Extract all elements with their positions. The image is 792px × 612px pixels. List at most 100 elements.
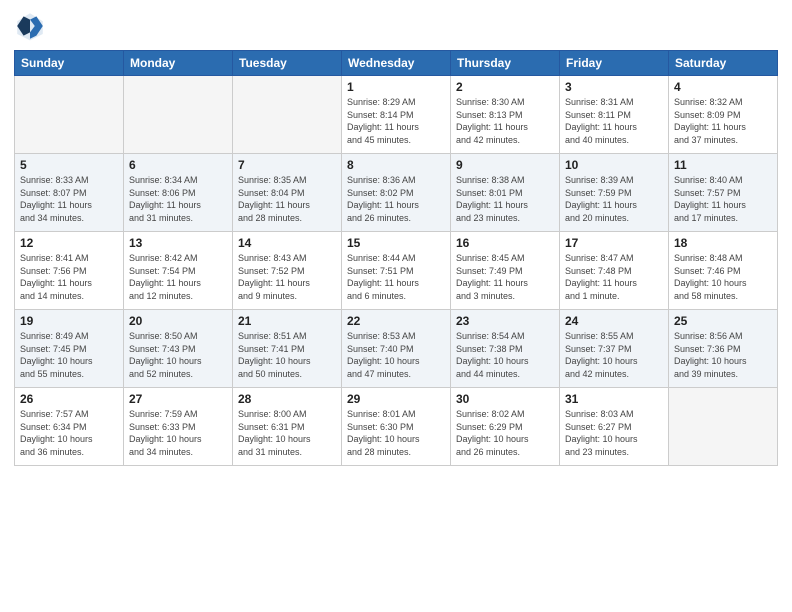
weekday-header: Thursday [451, 51, 560, 76]
day-number: 23 [456, 314, 554, 328]
calendar-cell: 12 Sunrise: 8:41 AM Sunset: 7:56 PM Dayli… [15, 232, 124, 310]
calendar-cell: 27 Sunrise: 7:59 AM Sunset: 6:33 PM Dayli… [124, 388, 233, 466]
calendar-cell: 8 Sunrise: 8:36 AM Sunset: 8:02 PM Daylig… [342, 154, 451, 232]
calendar-cell: 22 Sunrise: 8:53 AM Sunset: 7:40 PM Dayli… [342, 310, 451, 388]
day-info: Sunrise: 8:49 AM Sunset: 7:45 PM Dayligh… [20, 330, 118, 380]
day-info: Sunrise: 8:55 AM Sunset: 7:37 PM Dayligh… [565, 330, 663, 380]
day-number: 29 [347, 392, 445, 406]
day-number: 9 [456, 158, 554, 172]
calendar-cell: 24 Sunrise: 8:55 AM Sunset: 7:37 PM Dayli… [560, 310, 669, 388]
calendar-cell: 16Sunrise: 8:45 AM Sunset: 7:49 PM Dayli… [451, 232, 560, 310]
day-number: 7 [238, 158, 336, 172]
day-info: Sunrise: 8:53 AM Sunset: 7:40 PM Dayligh… [347, 330, 445, 380]
day-info: Sunrise: 7:59 AM Sunset: 6:33 PM Dayligh… [129, 408, 227, 458]
calendar-cell: 20 Sunrise: 8:50 AM Sunset: 7:43 PM Dayli… [124, 310, 233, 388]
day-number: 8 [347, 158, 445, 172]
page: SundayMondayTuesdayWednesdayThursdayFrid… [0, 0, 792, 612]
calendar-cell: 11 Sunrise: 8:40 AM Sunset: 7:57 PM Dayli… [669, 154, 778, 232]
day-number: 31 [565, 392, 663, 406]
day-info: Sunrise: 8:29 AM Sunset: 8:14 PM Dayligh… [347, 96, 445, 146]
day-info: Sunrise: 8:56 AM Sunset: 7:36 PM Dayligh… [674, 330, 772, 380]
calendar-cell [124, 76, 233, 154]
day-info: Sunrise: 8:44 AM Sunset: 7:51 PM Dayligh… [347, 252, 445, 302]
day-info: Sunrise: 8:43 AM Sunset: 7:52 PM Dayligh… [238, 252, 336, 302]
day-number: 14 [238, 236, 336, 250]
day-number: 2 [456, 80, 554, 94]
calendar-cell: 31Sunrise: 8:03 AM Sunset: 6:27 PM Dayli… [560, 388, 669, 466]
day-number: 21 [238, 314, 336, 328]
day-number: 30 [456, 392, 554, 406]
weekday-header: Saturday [669, 51, 778, 76]
header [14, 10, 778, 42]
calendar-cell [669, 388, 778, 466]
calendar-cell: 28Sunrise: 8:00 AM Sunset: 6:31 PM Dayli… [233, 388, 342, 466]
day-number: 11 [674, 158, 772, 172]
calendar-header-row: SundayMondayTuesdayWednesdayThursdayFrid… [15, 51, 778, 76]
weekday-header: Friday [560, 51, 669, 76]
calendar-cell: 13 Sunrise: 8:42 AM Sunset: 7:54 PM Dayli… [124, 232, 233, 310]
calendar-week-row: 5 Sunrise: 8:33 AM Sunset: 8:07 PM Daylig… [15, 154, 778, 232]
day-info: Sunrise: 8:40 AM Sunset: 7:57 PM Dayligh… [674, 174, 772, 224]
calendar-cell: 10 Sunrise: 8:39 AM Sunset: 7:59 PM Dayli… [560, 154, 669, 232]
day-number: 4 [674, 80, 772, 94]
calendar-cell [15, 76, 124, 154]
day-info: Sunrise: 8:33 AM Sunset: 8:07 PM Dayligh… [20, 174, 118, 224]
day-info: Sunrise: 8:31 AM Sunset: 8:11 PM Dayligh… [565, 96, 663, 146]
day-info: Sunrise: 8:38 AM Sunset: 8:01 PM Dayligh… [456, 174, 554, 224]
day-info: Sunrise: 8:32 AM Sunset: 8:09 PM Dayligh… [674, 96, 772, 146]
calendar-cell: 29 Sunrise: 8:01 AM Sunset: 6:30 PM Dayli… [342, 388, 451, 466]
calendar-cell: 14 Sunrise: 8:43 AM Sunset: 7:52 PM Dayli… [233, 232, 342, 310]
calendar-cell: 23 Sunrise: 8:54 AM Sunset: 7:38 PM Dayli… [451, 310, 560, 388]
weekday-header: Monday [124, 51, 233, 76]
day-number: 27 [129, 392, 227, 406]
calendar-cell: 17 Sunrise: 8:47 AM Sunset: 7:48 PM Dayli… [560, 232, 669, 310]
day-info: Sunrise: 8:36 AM Sunset: 8:02 PM Dayligh… [347, 174, 445, 224]
calendar-cell: 15Sunrise: 8:44 AM Sunset: 7:51 PM Dayli… [342, 232, 451, 310]
day-number: 19 [20, 314, 118, 328]
day-info: Sunrise: 8:02 AM Sunset: 6:29 PM Dayligh… [456, 408, 554, 458]
day-info: Sunrise: 8:00 AM Sunset: 6:31 PM Dayligh… [238, 408, 336, 458]
day-number: 24 [565, 314, 663, 328]
day-info: Sunrise: 8:47 AM Sunset: 7:48 PM Dayligh… [565, 252, 663, 302]
calendar-cell [233, 76, 342, 154]
day-number: 5 [20, 158, 118, 172]
day-number: 22 [347, 314, 445, 328]
logo [14, 10, 50, 42]
day-info: Sunrise: 8:54 AM Sunset: 7:38 PM Dayligh… [456, 330, 554, 380]
day-number: 25 [674, 314, 772, 328]
calendar-cell: 1 Sunrise: 8:29 AM Sunset: 8:14 PM Daylig… [342, 76, 451, 154]
day-number: 20 [129, 314, 227, 328]
day-number: 3 [565, 80, 663, 94]
day-info: Sunrise: 8:39 AM Sunset: 7:59 PM Dayligh… [565, 174, 663, 224]
calendar-cell: 5 Sunrise: 8:33 AM Sunset: 8:07 PM Daylig… [15, 154, 124, 232]
calendar-cell: 4 Sunrise: 8:32 AM Sunset: 8:09 PM Daylig… [669, 76, 778, 154]
weekday-header: Tuesday [233, 51, 342, 76]
day-info: Sunrise: 8:50 AM Sunset: 7:43 PM Dayligh… [129, 330, 227, 380]
day-number: 10 [565, 158, 663, 172]
day-number: 13 [129, 236, 227, 250]
calendar-cell: 30 Sunrise: 8:02 AM Sunset: 6:29 PM Dayli… [451, 388, 560, 466]
day-info: Sunrise: 8:45 AM Sunset: 7:49 PM Dayligh… [456, 252, 554, 302]
calendar-cell: 19 Sunrise: 8:49 AM Sunset: 7:45 PM Dayli… [15, 310, 124, 388]
day-info: Sunrise: 8:34 AM Sunset: 8:06 PM Dayligh… [129, 174, 227, 224]
weekday-header: Wednesday [342, 51, 451, 76]
day-info: Sunrise: 8:30 AM Sunset: 8:13 PM Dayligh… [456, 96, 554, 146]
calendar-cell: 2 Sunrise: 8:30 AM Sunset: 8:13 PM Daylig… [451, 76, 560, 154]
logo-icon [14, 10, 46, 42]
weekday-header: Sunday [15, 51, 124, 76]
calendar-cell: 9 Sunrise: 8:38 AM Sunset: 8:01 PM Daylig… [451, 154, 560, 232]
day-number: 6 [129, 158, 227, 172]
day-info: Sunrise: 8:01 AM Sunset: 6:30 PM Dayligh… [347, 408, 445, 458]
day-number: 1 [347, 80, 445, 94]
day-number: 12 [20, 236, 118, 250]
calendar-cell: 21Sunrise: 8:51 AM Sunset: 7:41 PM Dayli… [233, 310, 342, 388]
day-info: Sunrise: 8:48 AM Sunset: 7:46 PM Dayligh… [674, 252, 772, 302]
day-info: Sunrise: 7:57 AM Sunset: 6:34 PM Dayligh… [20, 408, 118, 458]
calendar-cell: 26Sunrise: 7:57 AM Sunset: 6:34 PM Dayli… [15, 388, 124, 466]
day-info: Sunrise: 8:42 AM Sunset: 7:54 PM Dayligh… [129, 252, 227, 302]
day-number: 17 [565, 236, 663, 250]
day-info: Sunrise: 8:41 AM Sunset: 7:56 PM Dayligh… [20, 252, 118, 302]
day-info: Sunrise: 8:35 AM Sunset: 8:04 PM Dayligh… [238, 174, 336, 224]
day-number: 18 [674, 236, 772, 250]
calendar-week-row: 19 Sunrise: 8:49 AM Sunset: 7:45 PM Dayli… [15, 310, 778, 388]
